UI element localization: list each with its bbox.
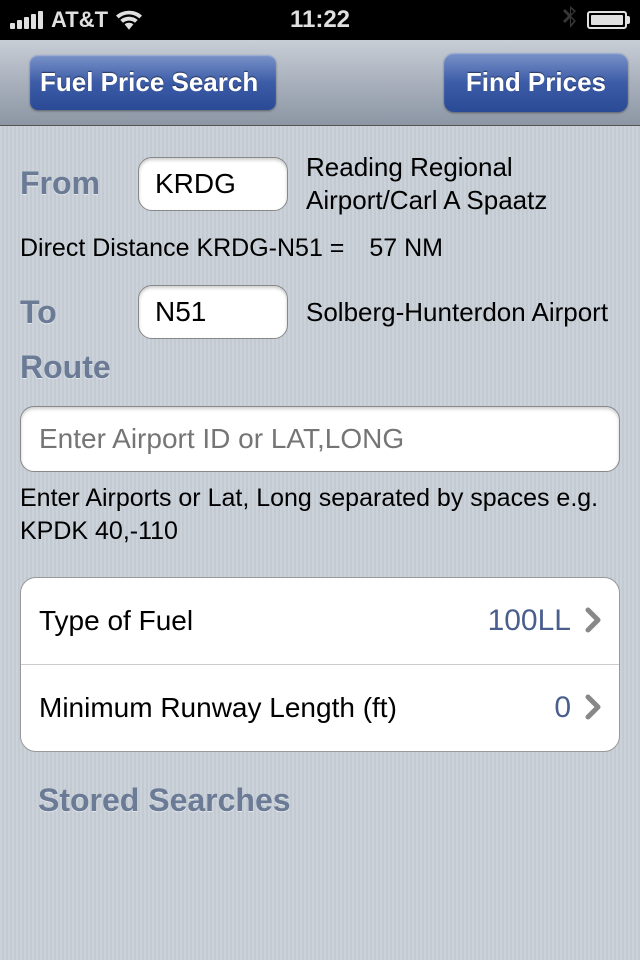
status-left: AT&T — [10, 7, 142, 33]
from-row: From Reading Regional Airport/Carl A Spa… — [20, 151, 620, 216]
from-input[interactable] — [138, 157, 288, 211]
fuel-type-row[interactable]: Type of Fuel 100LL — [21, 578, 619, 665]
chevron-right-icon — [585, 600, 601, 642]
distance-label: Direct Distance KRDG-N51 = — [20, 234, 344, 262]
settings-list: Type of Fuel 100LL Minimum Runway Length… — [20, 577, 620, 752]
distance-row: Direct Distance KRDG-N51 = 57 NM — [20, 234, 620, 263]
clock: 11:22 — [290, 6, 350, 34]
signal-strength-icon — [10, 11, 43, 29]
stored-searches-label: Stored Searches — [38, 782, 620, 819]
to-input[interactable] — [138, 285, 288, 339]
status-right — [563, 6, 630, 34]
to-row: To Solberg-Hunterdon Airport — [20, 285, 620, 339]
nav-bar: Fuel Price Search Find Prices — [0, 40, 640, 126]
back-button[interactable]: Fuel Price Search — [30, 55, 276, 110]
carrier-label: AT&T — [51, 7, 108, 33]
from-label: From — [20, 165, 120, 202]
content: From Reading Regional Airport/Carl A Spa… — [0, 126, 640, 844]
runway-length-row[interactable]: Minimum Runway Length (ft) 0 — [21, 665, 619, 751]
runway-length-value: 0 — [554, 691, 571, 725]
runway-length-label: Minimum Runway Length (ft) — [39, 692, 554, 724]
to-airport-name: Solberg-Hunterdon Airport — [306, 296, 620, 329]
route-section: Route Enter Airports or Lat, Long separa… — [20, 349, 620, 547]
fuel-type-label: Type of Fuel — [39, 605, 488, 637]
from-airport-name: Reading Regional Airport/Carl A Spaatz — [306, 151, 620, 216]
route-input[interactable] — [20, 406, 620, 472]
to-label: To — [20, 294, 120, 331]
route-helper-text: Enter Airports or Lat, Long separated by… — [20, 482, 620, 547]
chevron-right-icon — [585, 687, 601, 729]
status-bar: AT&T 11:22 — [0, 0, 640, 40]
find-prices-button[interactable]: Find Prices — [444, 53, 628, 112]
wifi-icon — [116, 10, 142, 30]
bluetooth-icon — [563, 6, 577, 34]
fuel-type-value: 100LL — [488, 604, 571, 638]
route-label: Route — [20, 349, 620, 386]
battery-icon — [587, 11, 630, 29]
distance-value: 57 NM — [369, 234, 443, 262]
